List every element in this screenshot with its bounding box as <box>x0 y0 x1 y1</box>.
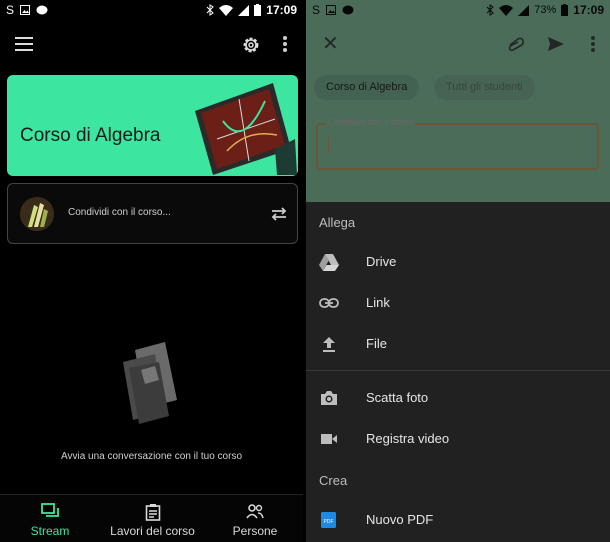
avatar <box>20 197 54 231</box>
app-notification-icon: S <box>312 3 321 17</box>
status-bar: S 73% 17:09 <box>306 0 610 20</box>
text-cursor <box>328 137 329 153</box>
attach-bottom-sheet: Allega Drive Link File Scatta foto Regis… <box>306 202 610 542</box>
signal-icon <box>238 4 250 16</box>
attach-file-item[interactable]: File <box>306 324 610 364</box>
chat-icon <box>342 5 354 15</box>
attach-drive-item[interactable]: Drive <box>306 242 610 282</box>
chat-icon <box>36 5 48 15</box>
battery-percent: 73% <box>534 4 557 16</box>
take-photo-label: Scatta foto <box>366 390 429 405</box>
stream-screen: S 17:09 Corso di Algebra Condividi con i… <box>0 0 303 542</box>
chalkboard-illustration <box>195 83 297 175</box>
compose-toolbar: ✕ <box>306 20 610 68</box>
upload-icon <box>323 337 335 352</box>
clipboard-icon <box>145 504 160 521</box>
nav-tab-stream[interactable]: Stream <box>10 495 90 542</box>
swap-icon[interactable] <box>270 205 288 223</box>
app-notification-icon: S <box>6 3 15 17</box>
nav-tab-coursework[interactable]: Lavori del corso <box>100 495 205 542</box>
divider <box>306 370 610 371</box>
attach-drive-label: Drive <box>366 254 397 269</box>
course-title: Corso di Algebra <box>20 125 161 146</box>
course-banner[interactable]: Corso di Algebra <box>7 75 298 176</box>
share-text-field[interactable]: Condividi con il corso <box>316 117 599 170</box>
stream-icon <box>41 503 59 517</box>
empty-state-text: Avvia una conversazione con il tuo corso <box>60 451 243 462</box>
nav-label-coursework: Lavori del corso <box>110 524 195 538</box>
image-icon <box>20 5 31 15</box>
signal-icon <box>518 4 530 16</box>
send-icon[interactable] <box>546 34 566 54</box>
status-time: 17:09 <box>266 3 297 17</box>
share-card[interactable]: Condividi con il corso... <box>7 183 298 244</box>
menu-icon[interactable] <box>15 37 33 51</box>
share-prompt: Condividi con il corso... <box>68 207 171 218</box>
bluetooth-icon <box>206 4 215 16</box>
battery-icon <box>254 4 262 16</box>
course-chip[interactable]: Corso di Algebra <box>314 75 420 100</box>
toolbar <box>0 20 303 68</box>
bottom-navigation: Stream Lavori del corso Persone <box>0 494 303 542</box>
overflow-menu-icon[interactable] <box>280 36 290 54</box>
bluetooth-icon <box>486 4 495 16</box>
recipients-chip[interactable]: Tutti gli studenti <box>434 75 535 100</box>
status-bar: S 17:09 <box>0 0 303 20</box>
svg-text:PDF: PDF <box>324 519 334 525</box>
drive-icon <box>319 254 339 271</box>
nav-tab-people[interactable]: Persone <box>215 495 295 542</box>
close-icon[interactable]: ✕ <box>322 34 339 54</box>
overflow-menu-icon[interactable] <box>588 36 598 54</box>
link-icon <box>319 298 339 308</box>
field-label: Condividi con il corso <box>326 117 416 127</box>
wifi-icon <box>219 4 234 16</box>
compose-screen: S 73% 17:09 ✕ Corso di Algebra Tutti gli… <box>306 0 610 542</box>
nav-label-people: Persone <box>232 524 278 538</box>
record-video-item[interactable]: Registra video <box>306 419 610 459</box>
record-video-label: Registra video <box>366 431 450 446</box>
people-icon <box>246 504 264 519</box>
nav-label-stream: Stream <box>30 524 70 538</box>
attach-link-label: Link <box>366 295 390 310</box>
gear-icon[interactable] <box>240 34 262 56</box>
section-header-attach: Allega <box>319 215 356 230</box>
compose-panel: ✕ Corso di Algebra Tutti gli studenti Co… <box>306 20 610 202</box>
camera-icon <box>321 391 337 405</box>
status-time: 17:09 <box>573 3 604 17</box>
take-photo-item[interactable]: Scatta foto <box>306 378 610 418</box>
battery-icon <box>561 4 569 16</box>
video-icon <box>321 434 337 444</box>
attach-file-label: File <box>366 336 387 351</box>
section-header-create: Crea <box>319 473 348 488</box>
empty-stream-illustration <box>123 342 177 424</box>
image-icon <box>326 5 337 15</box>
new-pdf-label: Nuovo PDF <box>366 512 434 527</box>
new-pdf-item[interactable]: PDF Nuovo PDF <box>306 500 610 540</box>
pdf-icon: PDF <box>321 512 336 528</box>
attach-link-item[interactable]: Link <box>306 283 610 323</box>
attachment-icon[interactable] <box>506 35 526 53</box>
wifi-icon <box>499 4 514 16</box>
